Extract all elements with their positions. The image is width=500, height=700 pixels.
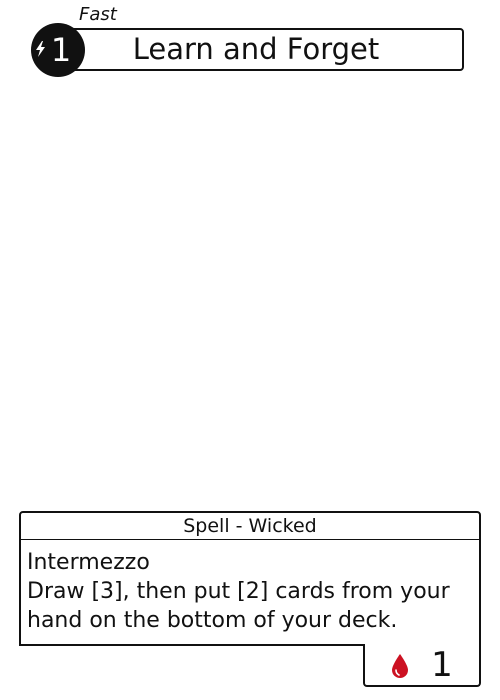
blood-drop-icon [392, 654, 408, 678]
cost-value: 1 [50, 31, 72, 69]
rules-line-2: hand on the bottom of your deck. [27, 608, 398, 633]
type-line: Spell - Wicked [183, 515, 317, 537]
cost-badge: 1 [31, 23, 85, 77]
type-line-box: Spell - Wicked [19, 511, 481, 542]
card: Fast Learn and Forget 1 Spell - Wicked I… [0, 0, 500, 700]
rules-keyword: Intermezzo [27, 550, 150, 575]
card-title: Learn and Forget [132, 32, 380, 66]
speed-label: Fast [79, 4, 117, 25]
blood-value: 1 [431, 645, 453, 685]
blood-cost-box: 1 [363, 644, 481, 687]
lightning-bolt-icon [36, 41, 45, 57]
rules-text-box: Intermezzo Draw [3], then put [2] cards … [19, 540, 481, 646]
title-banner: Learn and Forget [46, 28, 464, 71]
rules-line-1: Draw [3], then put [2] cards from your [27, 579, 450, 604]
